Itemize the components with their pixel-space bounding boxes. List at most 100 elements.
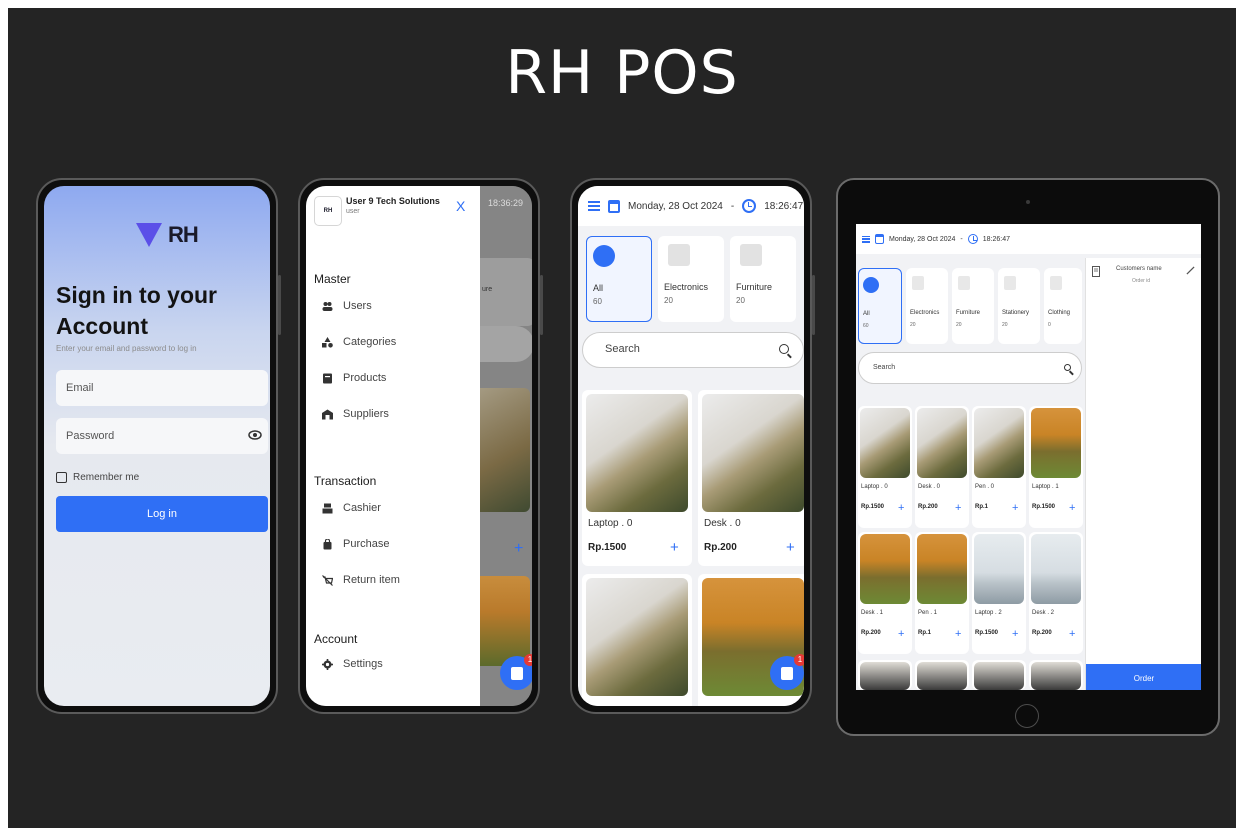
- product-image: [860, 662, 910, 690]
- search-input[interactable]: Search: [582, 332, 804, 368]
- cart-button[interactable]: 1: [770, 654, 804, 690]
- order-id-label: Order id: [1132, 278, 1151, 284]
- product-name: Desk . 0: [704, 518, 741, 529]
- category-card-furniture[interactable]: Furniture 20: [952, 268, 994, 344]
- add-to-cart-icon[interactable]: +: [898, 628, 904, 640]
- product-name: Desk . 0: [918, 484, 941, 490]
- category-card-stationery[interactable]: Stationery 20: [998, 268, 1040, 344]
- category-count: 20: [736, 296, 745, 305]
- product-card[interactable]: Desk . 0 Rp.200 +: [698, 390, 804, 566]
- add-to-cart-icon[interactable]: +: [670, 540, 679, 555]
- section-transaction: Transaction: [314, 474, 377, 488]
- email-field[interactable]: Email: [56, 370, 268, 406]
- category-count: 20: [1002, 322, 1008, 328]
- app-logo: RH: [136, 222, 199, 248]
- product-card[interactable]: Desk . 0 Rp.200 +: [915, 406, 969, 528]
- category-count: 60: [863, 323, 869, 329]
- customer-name-label: Customers name: [1116, 266, 1162, 272]
- remember-me[interactable]: Remember me: [56, 472, 139, 483]
- login-button[interactable]: Log in: [56, 496, 268, 532]
- add-to-cart-icon[interactable]: +: [1069, 628, 1075, 640]
- add-to-cart-icon[interactable]: +: [955, 502, 961, 514]
- hamburger-menu-icon[interactable]: [588, 201, 600, 211]
- order-button[interactable]: Order: [1086, 664, 1201, 690]
- category-name: Stationery: [1002, 310, 1030, 316]
- product-image: [1031, 662, 1081, 690]
- phone-pos: Monday, 28 Oct 2024 - 18:26:47 All 60 El…: [570, 178, 815, 714]
- category-card-electronics[interactable]: Electronics 20: [658, 236, 724, 322]
- add-to-cart-icon[interactable]: +: [1012, 628, 1018, 640]
- product-image: [1031, 534, 1081, 604]
- add-to-cart-icon[interactable]: +: [1012, 502, 1018, 514]
- search-icon: [1064, 364, 1071, 371]
- category-card-all[interactable]: All 60: [586, 236, 652, 322]
- menu-item-cashier[interactable]: Cashier: [322, 502, 381, 514]
- product-card[interactable]: [858, 660, 912, 690]
- product-card[interactable]: Laptop . 1 Rp.1500 +: [1029, 406, 1083, 528]
- product-card[interactable]: Desk . 1 Rp.200 +: [858, 532, 912, 654]
- calendar-icon: [875, 234, 884, 244]
- menu-item-suppliers[interactable]: Suppliers: [322, 408, 389, 420]
- product-price: Rp.1: [918, 630, 932, 636]
- category-card-electronics[interactable]: Electronics 20: [906, 268, 948, 344]
- search-input[interactable]: Search: [858, 352, 1082, 384]
- product-image: [917, 662, 967, 690]
- menu-item-users[interactable]: Users: [322, 300, 372, 312]
- tablet-screen: Monday, 28 Oct 2024 - 18:26:47 All 60 El…: [856, 224, 1201, 690]
- remember-checkbox[interactable]: [56, 472, 67, 483]
- product-card[interactable]: Pen . 1 Rp.1 +: [915, 532, 969, 654]
- eye-icon[interactable]: [248, 428, 262, 442]
- product-card[interactable]: Laptop . 2 Rp.1500 +: [972, 532, 1026, 654]
- phone-drawer: 18:36:29 ure + 1 RH User 9 Tech Solution…: [298, 178, 543, 714]
- menu-label: Cashier: [343, 502, 381, 514]
- category-name: Furniture: [736, 282, 773, 292]
- category-count: 20: [956, 322, 962, 328]
- product-card[interactable]: Desk . 2 Rp.200 +: [1029, 532, 1083, 654]
- user-role: user: [346, 208, 360, 215]
- menu-label: Purchase: [343, 538, 390, 550]
- shopping-bag-icon: [511, 667, 523, 680]
- menu-item-settings[interactable]: Settings: [322, 658, 383, 670]
- category-card-furniture[interactable]: Furniture 20: [730, 236, 796, 322]
- add-to-cart-icon[interactable]: +: [955, 628, 961, 640]
- close-icon[interactable]: X: [456, 198, 465, 214]
- product-card[interactable]: [972, 660, 1026, 690]
- product-card[interactable]: [582, 574, 692, 706]
- cart-button[interactable]: 1: [500, 654, 532, 690]
- edit-icon[interactable]: [1186, 266, 1195, 275]
- clock-icon: [967, 234, 978, 244]
- order-panel: Customers name Order id Order: [1085, 258, 1201, 690]
- add-to-cart-icon[interactable]: +: [786, 540, 795, 555]
- section-master: Master: [314, 272, 351, 286]
- logo-text: RH: [168, 222, 199, 247]
- menu-item-products[interactable]: Products: [322, 372, 386, 384]
- pos-topbar: Monday, 28 Oct 2024 - 18:26:47: [578, 186, 804, 226]
- product-card[interactable]: Laptop . 0 Rp.1500 +: [582, 390, 692, 566]
- product-card[interactable]: [915, 660, 969, 690]
- add-to-cart-icon[interactable]: +: [1069, 502, 1075, 514]
- product-card[interactable]: Pen . 0 Rp.1 +: [972, 406, 1026, 528]
- add-to-cart-icon[interactable]: +: [898, 502, 904, 514]
- product-card[interactable]: [1029, 660, 1083, 690]
- menu-item-return[interactable]: Return item: [322, 574, 400, 586]
- user-name: User 9 Tech Solutions: [346, 196, 440, 206]
- navigation-drawer: RH User 9 Tech Solutions user X Master U…: [306, 186, 480, 706]
- category-count: 0: [1048, 322, 1051, 328]
- category-card-all[interactable]: All 60: [858, 268, 902, 344]
- product-price: Rp.200: [861, 630, 881, 636]
- menu-item-purchase[interactable]: Purchase: [322, 538, 389, 550]
- clock-icon: [742, 199, 757, 213]
- category-count: 20: [910, 322, 916, 328]
- category-card-clothing[interactable]: Clothing 0: [1044, 268, 1082, 344]
- product-card[interactable]: Laptop . 0 Rp.1500 +: [858, 406, 912, 528]
- menu-label: Suppliers: [343, 408, 389, 420]
- return-icon: [322, 574, 333, 586]
- menu-item-categories[interactable]: Categories: [322, 336, 396, 348]
- electronics-icon: [668, 244, 690, 266]
- hamburger-menu-icon[interactable]: [862, 235, 870, 243]
- product-image: [917, 408, 967, 478]
- menu-label: Users: [343, 300, 372, 312]
- home-button[interactable]: [1015, 704, 1039, 728]
- category-name: All: [593, 283, 604, 293]
- password-field[interactable]: Password: [56, 418, 268, 454]
